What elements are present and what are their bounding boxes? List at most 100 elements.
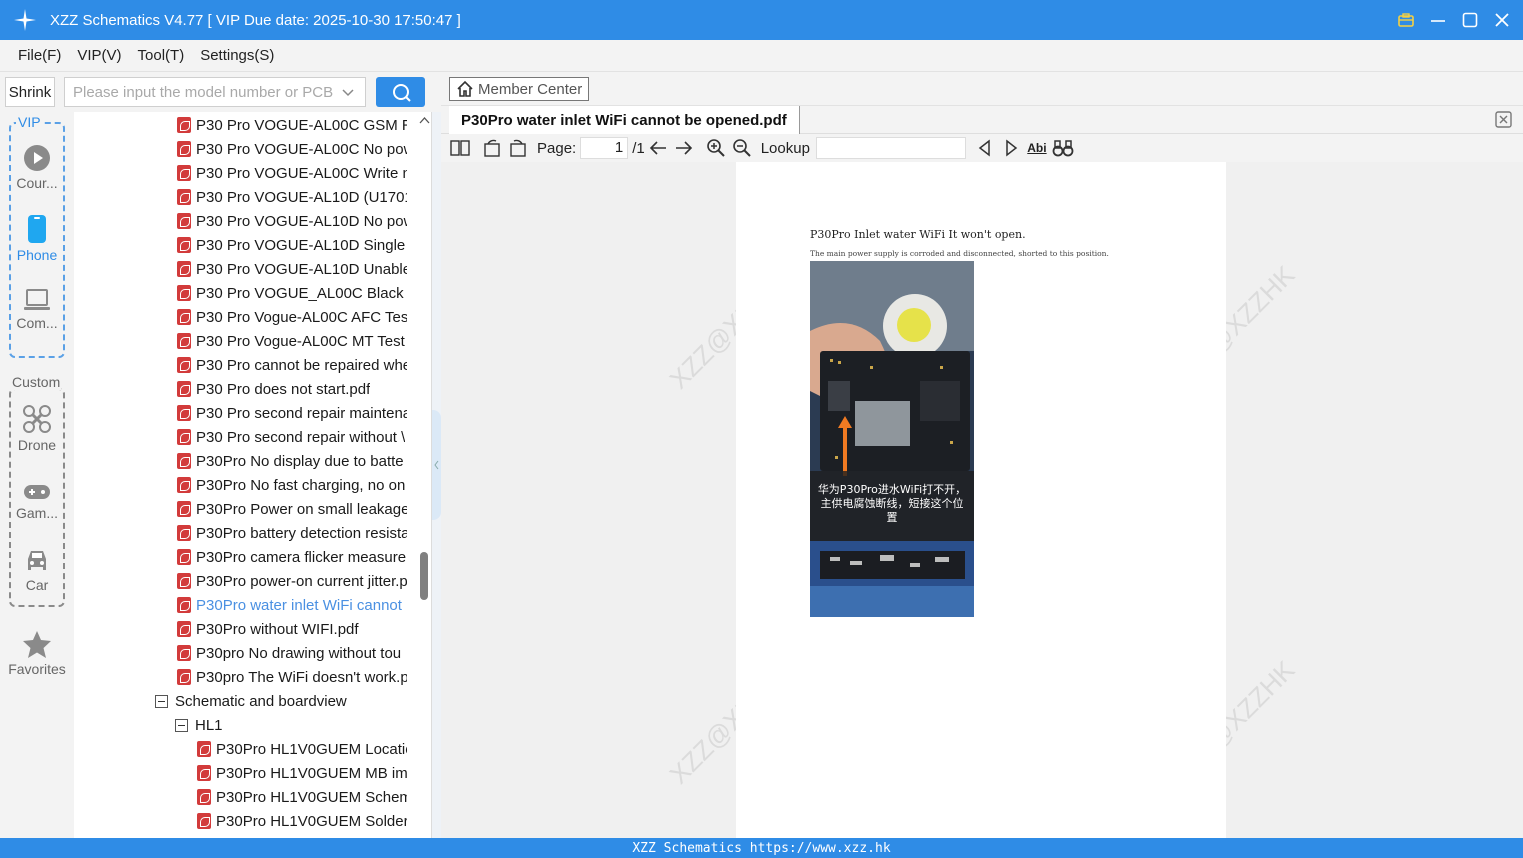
rotate-right-icon[interactable]: [507, 137, 529, 159]
pdf-file-icon: [177, 597, 191, 613]
rotate-left-icon[interactable]: [481, 137, 503, 159]
menu-bar: File(F) VIP(V) Tool(T) Settings(S): [0, 40, 1523, 72]
search-button[interactable]: [376, 77, 425, 107]
previous-match-icon[interactable]: [974, 137, 996, 159]
tree-folder-schematic[interactable]: Schematic and boardview: [155, 689, 415, 713]
pdf-file-icon: [177, 309, 191, 325]
scrollbar-thumb[interactable]: [420, 552, 428, 600]
close-button[interactable]: [1493, 11, 1511, 29]
pdf-file-icon: [177, 165, 191, 181]
tree-file-item[interactable]: P30Pro HL1V0GUEM Locatio: [197, 737, 407, 761]
collapse-icon[interactable]: [155, 694, 168, 708]
car-icon: [28, 551, 46, 570]
menu-tool[interactable]: Tool(T): [138, 47, 185, 64]
tree-file-item[interactable]: P30 Pro Vogue-AL00C AFC Test: [177, 305, 407, 329]
rail-item-phone[interactable]: Phone: [8, 214, 66, 263]
tree-scrollbar[interactable]: [418, 112, 431, 838]
lookup-input[interactable]: [815, 137, 966, 159]
tree-file-item[interactable]: P30Pro power-on current jitter.p: [177, 569, 407, 593]
minimize-button[interactable]: [1429, 11, 1447, 29]
tree-file-item[interactable]: P30Pro water inlet WiFi cannot: [177, 593, 407, 617]
tree-file-item[interactable]: P30 Pro cannot be repaired whe: [177, 353, 407, 377]
arrow-left-icon[interactable]: [647, 137, 669, 159]
status-bar: XZZ Schematics https://www.xzz.hk: [0, 838, 1523, 858]
maximize-button[interactable]: [1461, 11, 1479, 29]
tree-file-item[interactable]: P30 Pro VOGUE-AL10D Single s: [177, 233, 407, 257]
pdf-file-icon: [177, 645, 191, 661]
tree-folder-hl1[interactable]: HL1: [175, 713, 375, 737]
tree-file-item[interactable]: P30Pro without WIFI.pdf: [177, 617, 407, 641]
collapse-handle[interactable]: [432, 410, 441, 520]
pdf-file-icon: [177, 237, 191, 253]
search-combobox[interactable]: [64, 77, 366, 107]
tree-file-item[interactable]: P30 Pro does not start.pdf: [177, 377, 407, 401]
page-number-input[interactable]: 1: [580, 137, 629, 159]
tree-file-item[interactable]: P30Pro No display due to batte: [177, 449, 407, 473]
rail-item-course[interactable]: Cour...: [8, 144, 66, 191]
pdf-file-icon: [177, 453, 191, 469]
close-tabs-icon[interactable]: [1495, 111, 1513, 129]
menu-vip[interactable]: VIP(V): [77, 47, 121, 64]
document-tab[interactable]: P30Pro water inlet WiFi cannot be opened…: [449, 106, 800, 134]
pdf-file-icon: [177, 501, 191, 517]
tree-file-item[interactable]: P30 Pro VOGUE_AL00C Black scr: [177, 281, 407, 305]
tree-file-item[interactable]: P30Pro HL1V0GUEM Solder .: [197, 809, 407, 833]
vip-group-label: VIP: [16, 114, 43, 130]
tree-file-item[interactable]: P30 Pro VOGUE-AL00C Write nu: [177, 161, 407, 185]
tree-file-item[interactable]: P30 Pro second repair maintena: [177, 401, 407, 425]
collapse-icon[interactable]: [175, 718, 188, 732]
menu-settings[interactable]: Settings(S): [200, 47, 274, 64]
tree-file-item[interactable]: P30 Pro second repair without \: [177, 425, 407, 449]
pdf-file-icon: [197, 813, 211, 829]
tree-file-item[interactable]: P30pro The WiFi doesn't work.p: [177, 665, 407, 689]
panel-splitter[interactable]: [431, 112, 441, 838]
custom-group-label: Custom: [11, 374, 62, 390]
arrow-right-icon[interactable]: [673, 137, 695, 159]
member-center-button[interactable]: Member Center: [449, 77, 590, 101]
pdf-viewer[interactable]: XZZ@XZZHK XZZ@XZZHK XZZ@XZZHK XZZ@XZZHK …: [441, 162, 1523, 838]
tree-file-item[interactable]: P30Pro Power on small leakage: [177, 497, 407, 521]
pdf-file-icon: [177, 669, 191, 685]
binoculars-icon[interactable]: [1052, 137, 1074, 159]
rail-item-drone[interactable]: Drone: [8, 404, 66, 453]
pdf-file-icon: [197, 765, 211, 781]
rail-item-favorites[interactable]: Favorites: [0, 630, 74, 677]
tree-file-item[interactable]: P30Pro No fast charging, no on: [177, 473, 407, 497]
rail-item-car[interactable]: Car: [8, 546, 66, 593]
tree-file-item[interactable]: P30Pro camera flicker measurer: [177, 545, 407, 569]
zoom-in-icon[interactable]: [705, 137, 727, 159]
tree-file-item[interactable]: P30 Pro VOGUE-AL00C GSM Re: [177, 113, 407, 137]
pdf-file-icon: [177, 381, 191, 397]
pdf-file-icon: [177, 285, 191, 301]
tree-file-item[interactable]: P30 Pro VOGUE-AL10D No pow: [177, 209, 407, 233]
next-match-icon[interactable]: [1000, 137, 1022, 159]
match-case-icon[interactable]: Abi: [1026, 137, 1048, 159]
shrink-button[interactable]: Shrink: [5, 77, 55, 107]
pdf-file-icon: [177, 141, 191, 157]
chevron-down-icon[interactable]: [341, 85, 355, 104]
two-page-icon[interactable]: [449, 137, 471, 159]
scroll-up-icon[interactable]: [419, 116, 430, 126]
pdf-file-icon: [177, 213, 191, 229]
search-input[interactable]: [73, 83, 333, 101]
tree-file-item[interactable]: P30 Pro VOGUE-AL10D (U1701 f: [177, 185, 407, 209]
search-icon: [392, 84, 411, 102]
tree-file-item[interactable]: P30Pro battery detection resista: [177, 521, 407, 545]
menu-file[interactable]: File(F): [18, 47, 61, 64]
tree-file-item[interactable]: P30Pro HL1V0GUEM MB ima: [197, 761, 407, 785]
tree-file-item[interactable]: P30 Pro VOGUE-AL00C No pow: [177, 137, 407, 161]
tree-file-item[interactable]: P30Pro HL1V0GUEM Schema: [197, 785, 407, 809]
briefcase-icon[interactable]: [1397, 11, 1415, 29]
pdf-file-icon: [177, 525, 191, 541]
tree-file-item[interactable]: P30 Pro Vogue-AL00C MT Test f: [177, 329, 407, 353]
page-total: /1: [632, 139, 645, 157]
home-icon: [457, 80, 473, 97]
pdf-file-icon: [177, 549, 191, 565]
rail-item-game[interactable]: Gam...: [8, 482, 66, 521]
pdf-file-icon: [177, 261, 191, 277]
tree-file-item[interactable]: P30pro No drawing without tou: [177, 641, 407, 665]
tree-file-item[interactable]: P30 Pro VOGUE-AL10D Unable: [177, 257, 407, 281]
zoom-out-icon[interactable]: [731, 137, 753, 159]
category-rail: VIP Custom Cour... Phone Com... Drone Ga…: [0, 112, 74, 838]
rail-item-computer[interactable]: Com...: [8, 288, 66, 331]
